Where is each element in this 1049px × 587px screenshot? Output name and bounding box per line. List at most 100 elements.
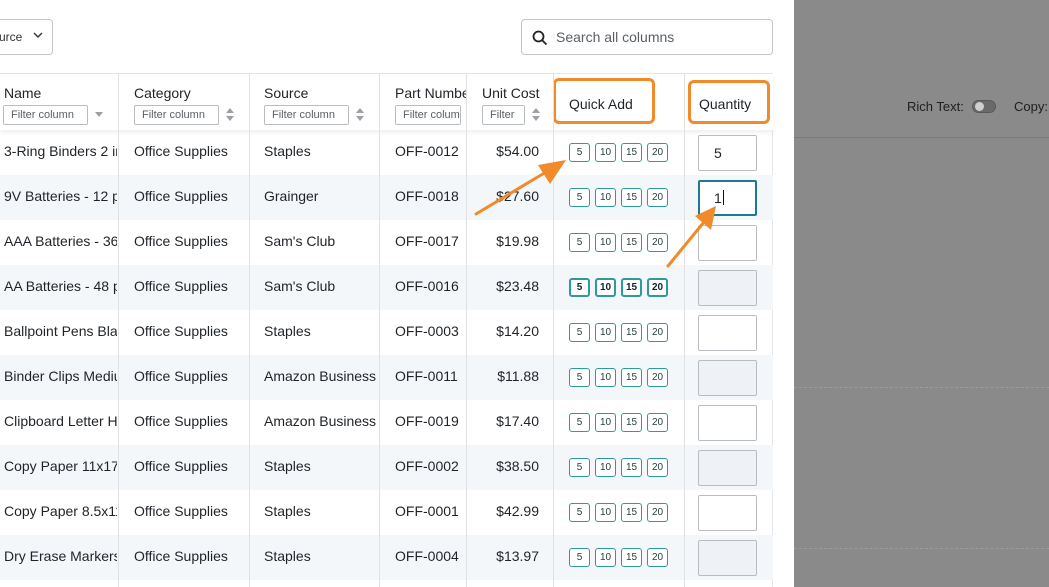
cell-category: Office Supplies <box>134 368 228 384</box>
quantity-input[interactable]: 5 <box>698 135 757 171</box>
quick-add-button[interactable]: 15 <box>621 143 642 162</box>
quantity-input[interactable] <box>698 495 757 531</box>
quick-add-button[interactable]: 15 <box>621 188 642 207</box>
cell-name: 3-Ring Binders 2 in <box>4 143 117 159</box>
quick-add-button[interactable]: 20 <box>647 413 668 432</box>
cell-category: Office Supplies <box>134 458 228 474</box>
quick-add-button[interactable]: 15 <box>621 368 642 387</box>
table-row[interactable]: AAA Batteries - 36 pack Office Supplies Sa… <box>0 220 773 265</box>
quick-add-button[interactable]: 20 <box>647 278 668 297</box>
quick-add-button[interactable]: 15 <box>621 503 642 522</box>
search-box[interactable] <box>521 19 773 55</box>
column-header-unit-cost[interactable]: Unit Cost <box>482 85 552 101</box>
table-row[interactable]: Clipboard Letter Hardboard Office Supplie… <box>0 400 773 445</box>
part-number-filter-input[interactable]: Filter column <box>395 105 461 125</box>
quick-add-button[interactable]: 5 <box>569 323 590 342</box>
cell-unit-cost: $14.20 <box>496 323 539 339</box>
quick-add-button[interactable]: 15 <box>621 548 642 567</box>
quick-add-button[interactable]: 20 <box>647 368 668 387</box>
quick-add-button[interactable]: 5 <box>569 278 590 297</box>
name-filter-input[interactable]: Filter column <box>3 105 88 125</box>
quick-add-button[interactable]: 5 <box>569 503 590 522</box>
quick-add-button[interactable]: 20 <box>647 323 668 342</box>
table-row[interactable]: Copy Paper 8.5x11 Office Supplies Staples O… <box>0 490 773 535</box>
quantity-input[interactable] <box>698 315 757 351</box>
rich-text-toggle[interactable] <box>972 100 996 113</box>
quick-add-button[interactable]: 20 <box>647 458 668 477</box>
cell-unit-cost: $11.88 <box>497 368 539 384</box>
cell-source: Grainger <box>264 188 319 204</box>
quick-add-button[interactable]: 5 <box>569 458 590 477</box>
cell-unit-cost: $27.60 <box>496 188 539 204</box>
table-row[interactable]: Copy Paper 11x17 Office Supplies Staples OF… <box>0 445 773 490</box>
quick-add-button[interactable]: 5 <box>569 143 590 162</box>
quantity-input[interactable] <box>698 540 757 576</box>
quick-add-button[interactable]: 15 <box>621 278 642 297</box>
table-row[interactable]: Ballpoint Pens Black Office Supplies Stapl… <box>0 310 773 355</box>
cell-unit-cost: $38.50 <box>496 458 539 474</box>
cell-part-number: OFF-0011 <box>395 368 458 384</box>
column-header-source[interactable]: Source <box>264 85 374 101</box>
quick-add-button[interactable]: 5 <box>569 188 590 207</box>
sort-icon[interactable] <box>225 108 235 122</box>
quantity-input[interactable] <box>698 225 757 261</box>
table-row[interactable]: AA Batteries - 48 pack Office Supplies Sam… <box>0 265 773 310</box>
sort-icon[interactable] <box>94 108 104 122</box>
quick-add-button[interactable]: 20 <box>647 233 668 252</box>
column-header-quick-add: Quick Add <box>569 96 633 112</box>
quick-add-button[interactable]: 20 <box>647 143 668 162</box>
cell-part-number: OFF-0004 <box>395 548 459 564</box>
table-row[interactable]: 3-Ring Binders 2 in Office Supplies Staple… <box>0 130 773 175</box>
quick-add-button[interactable]: 20 <box>647 548 668 567</box>
quick-add-button[interactable]: 5 <box>569 548 590 567</box>
quick-add-button[interactable]: 10 <box>595 503 616 522</box>
table-row[interactable]: 9V Batteries - 12 pack Office Supplies Gra… <box>0 175 773 220</box>
unit-cost-filter-input[interactable]: Filter <box>482 105 525 125</box>
quick-add-button[interactable]: 10 <box>595 323 616 342</box>
quick-add-button[interactable]: 15 <box>621 323 642 342</box>
quantity-input[interactable] <box>698 405 757 441</box>
column-header-category[interactable]: Category <box>134 85 244 101</box>
table-row[interactable]: Dry Erase Markers Office Supplies Staples O… <box>0 535 773 580</box>
quick-add-button[interactable]: 10 <box>595 278 616 297</box>
column-divider <box>118 73 119 587</box>
category-filter-input[interactable]: Filter column <box>134 105 219 125</box>
column-divider <box>684 73 685 587</box>
column-divider <box>466 73 467 587</box>
side-panel-overlay: Rich Text: Copy: <box>794 0 1049 587</box>
source-filter-dropdown[interactable]: urce <box>0 19 53 55</box>
quick-add-button[interactable]: 10 <box>595 368 616 387</box>
quick-add-button[interactable]: 20 <box>647 503 668 522</box>
source-filter-input[interactable]: Filter column <box>264 105 349 125</box>
quick-add-button[interactable]: 5 <box>569 233 590 252</box>
quick-add-button[interactable]: 15 <box>621 233 642 252</box>
quick-add-button[interactable]: 5 <box>569 368 590 387</box>
table-row[interactable]: Binder Clips Medium Office Supplies Amazon… <box>0 355 773 400</box>
quick-add-button[interactable]: 5 <box>569 413 590 432</box>
column-header-part-number[interactable]: Part Number <box>395 85 467 101</box>
quantity-input[interactable] <box>698 270 757 306</box>
quick-add-button[interactable]: 10 <box>595 143 616 162</box>
cell-category: Office Supplies <box>134 413 228 429</box>
sort-icon[interactable] <box>531 108 541 122</box>
quantity-input[interactable]: 1 <box>698 180 757 216</box>
quick-add-button[interactable]: 10 <box>595 413 616 432</box>
cell-name: Ballpoint Pens Black <box>4 323 117 339</box>
quick-add-button[interactable]: 15 <box>621 458 642 477</box>
quick-add-button[interactable]: 10 <box>595 233 616 252</box>
column-header-quantity: Quantity <box>699 96 752 112</box>
quick-add-button[interactable]: 10 <box>595 548 616 567</box>
column-divider <box>379 73 380 587</box>
quick-add-button[interactable]: 15 <box>621 413 642 432</box>
cell-source: Sam's Club <box>264 233 336 249</box>
search-input[interactable] <box>556 26 766 48</box>
quick-add-button[interactable]: 20 <box>647 188 668 207</box>
column-header-name[interactable]: Name <box>4 85 114 101</box>
quick-add-button[interactable]: 10 <box>595 188 616 207</box>
sort-icon[interactable] <box>355 108 365 122</box>
cell-source: Amazon Business <box>264 413 377 429</box>
cell-name: Dry Erase Markers <box>4 548 117 564</box>
quantity-input[interactable] <box>698 450 757 486</box>
quantity-input[interactable] <box>698 360 757 396</box>
quick-add-button[interactable]: 10 <box>595 458 616 477</box>
